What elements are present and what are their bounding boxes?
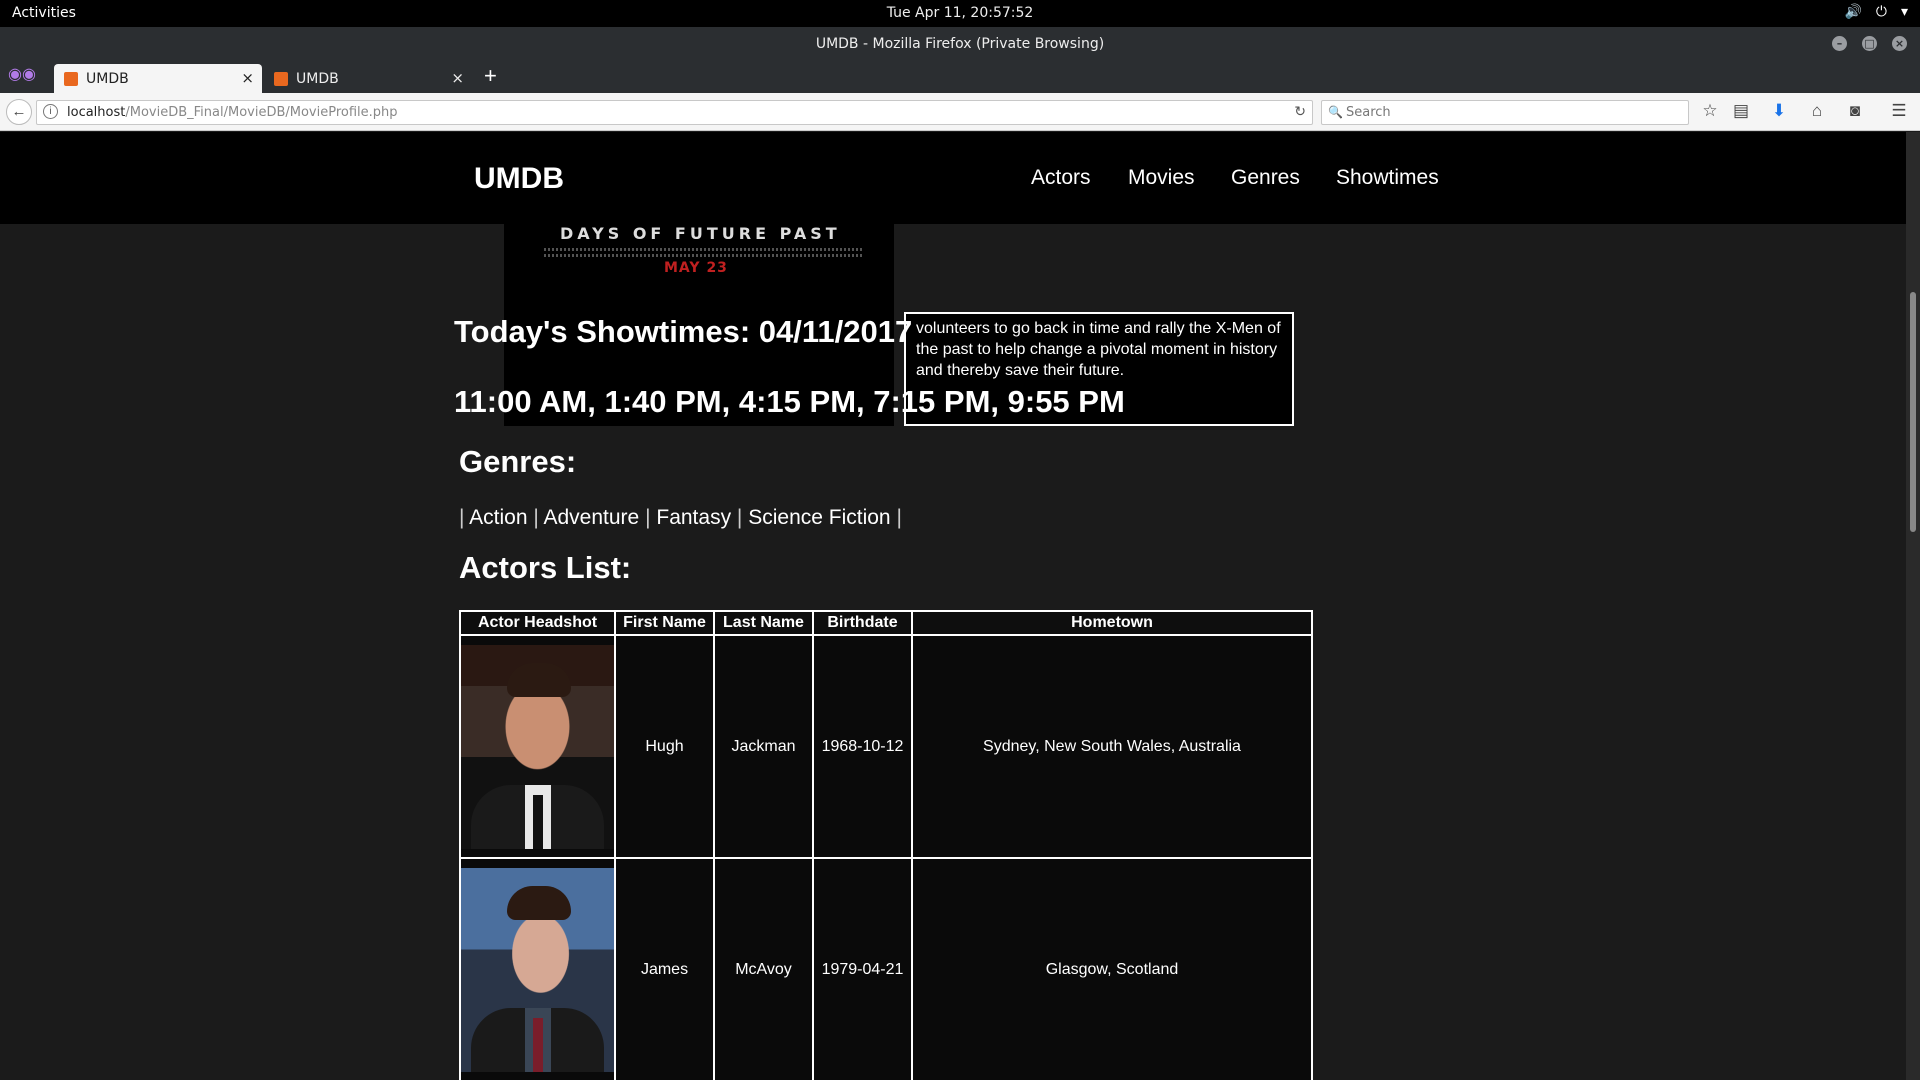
- genre-link-adventure[interactable]: Adventure: [544, 506, 640, 529]
- window-title: UMDB - Mozilla Firefox (Private Browsing…: [815, 36, 1105, 52]
- tab-close-icon[interactable]: ×: [241, 69, 254, 87]
- column-header-headshot: Actor Headshot: [461, 612, 614, 634]
- column-header-last-name: Last Name: [715, 612, 812, 634]
- url-text[interactable]: localhost/MovieDB_Final/MovieDB/MoviePro…: [67, 105, 398, 120]
- system-top-bar: Activities Tue Apr 11, 20:57:52 🔊 ⏻ ▾: [0, 0, 1920, 27]
- system-tray[interactable]: 🔊 ⏻ ▾: [1844, 4, 1908, 20]
- genres-list: | Action | Adventure | Fantasy | Science…: [459, 506, 902, 530]
- tab-close-icon[interactable]: ×: [451, 69, 464, 87]
- url-host: localhost: [67, 105, 126, 120]
- search-icon: 🔍: [1328, 105, 1343, 119]
- actor-birthdate: 1968-10-12: [814, 636, 911, 857]
- genre-link-action[interactable]: Action: [469, 506, 527, 529]
- genre-link-science-fiction[interactable]: Science Fiction: [748, 506, 890, 529]
- genre-separator: |: [533, 506, 544, 529]
- url-path: /MovieDB_Final/MovieDB/MovieProfile.php: [125, 105, 398, 120]
- nav-link-actors[interactable]: Actors: [1031, 166, 1091, 190]
- actor-birthdate: 1979-04-21: [814, 859, 911, 1080]
- genre-separator: |: [645, 506, 657, 529]
- system-clock[interactable]: Tue Apr 11, 20:57:52: [0, 5, 1920, 21]
- maximize-button[interactable]: □: [1862, 36, 1877, 51]
- volume-icon[interactable]: 🔊: [1844, 4, 1861, 20]
- url-bar[interactable]: i localhost/MovieDB_Final/MovieDB/MovieP…: [36, 100, 1313, 125]
- reading-list-icon[interactable]: ▤: [1730, 101, 1752, 121]
- tab-umdb-active[interactable]: UMDB ×: [54, 64, 262, 93]
- table-row[interactable]: Hugh Jackman 1968-10-12 Sydney, New Sout…: [461, 636, 1311, 857]
- headshot-tie: [533, 1017, 543, 1072]
- navigation-toolbar: ← i localhost/MovieDB_Final/MovieDB/Movi…: [0, 93, 1920, 131]
- search-placeholder: Search: [1346, 105, 1391, 120]
- poster-credits: [544, 248, 864, 251]
- column-header-first-name: First Name: [616, 612, 713, 634]
- showtimes-heading: Today's Showtimes: 04/11/2017: [454, 314, 913, 349]
- actor-last-name: Jackman: [715, 636, 812, 857]
- site-info-icon[interactable]: i: [43, 104, 58, 119]
- synopsis-line: and thereby save their future.: [916, 362, 1125, 379]
- genre-separator: |: [459, 506, 470, 529]
- poster-release-date: MAY 23: [664, 260, 728, 276]
- showtimes-list: 11:00 AM, 1:40 PM, 4:15 PM, 7:15 PM, 9:5…: [454, 384, 1125, 419]
- synopsis-line: volunteers to go back in time and rally …: [916, 320, 1281, 337]
- menu-hamburger-icon[interactable]: ☰: [1888, 101, 1910, 121]
- minimize-button[interactable]: –: [1832, 36, 1847, 51]
- actors-table: Actor Headshot First Name Last Name Birt…: [459, 610, 1313, 1080]
- actor-first-name: Hugh: [616, 636, 713, 857]
- chevron-down-icon[interactable]: ▾: [1901, 4, 1908, 20]
- actors-heading: Actors List:: [459, 550, 632, 585]
- site-header: UMDB Actors Movies Genres Showtimes: [0, 132, 1906, 224]
- download-icon[interactable]: ⬇: [1768, 101, 1790, 121]
- tab-umdb-inactive[interactable]: UMDB ×: [264, 64, 472, 93]
- scrollbar-thumb[interactable]: [1910, 292, 1916, 532]
- pocket-icon[interactable]: ◙: [1844, 101, 1866, 121]
- genres-heading: Genres:: [459, 444, 577, 479]
- power-icon[interactable]: ⏻: [1876, 4, 1887, 20]
- actor-headshot-cell: [461, 636, 614, 857]
- tab-strip: ◉◉ UMDB × UMDB ×: [0, 60, 1920, 93]
- site-brand[interactable]: UMDB: [474, 162, 564, 196]
- new-tab-button[interactable]: +: [484, 64, 497, 88]
- genre-separator: |: [896, 506, 902, 529]
- search-input[interactable]: 🔍 Search: [1321, 100, 1689, 125]
- synopsis-line: the past to help change a pivotal moment…: [916, 341, 1278, 358]
- nav-link-movies[interactable]: Movies: [1128, 166, 1195, 190]
- genre-separator: |: [736, 506, 749, 529]
- close-window-button[interactable]: ×: [1892, 36, 1907, 51]
- actor-last-name: McAvoy: [715, 859, 812, 1080]
- tab-label: UMDB: [296, 71, 339, 87]
- poster-title: DAYS OF FUTURE PAST: [560, 224, 841, 243]
- headshot-tie: [533, 794, 543, 849]
- page-content: DAYS OF FUTURE PAST MAY 23 volunteers to…: [0, 132, 1906, 1080]
- favicon-icon: [64, 72, 78, 86]
- page-scrollbar[interactable]: [1906, 132, 1920, 1080]
- actor-first-name: James: [616, 859, 713, 1080]
- window-title-bar: UMDB - Mozilla Firefox (Private Browsing…: [0, 27, 1920, 60]
- column-header-hometown: Hometown: [913, 612, 1311, 634]
- bookmark-star-icon[interactable]: ☆: [1699, 101, 1721, 121]
- home-icon[interactable]: ⌂: [1806, 101, 1828, 121]
- actor-headshot-image[interactable]: [461, 867, 614, 1072]
- table-row[interactable]: James McAvoy 1979-04-21 Glasgow, Scotlan…: [461, 859, 1311, 1080]
- poster-credits: [544, 254, 864, 257]
- nav-link-genres[interactable]: Genres: [1231, 166, 1300, 190]
- table-header-row: Actor Headshot First Name Last Name Birt…: [461, 612, 1311, 634]
- actor-hometown: Glasgow, Scotland: [913, 859, 1311, 1080]
- genre-link-fantasy[interactable]: Fantasy: [656, 506, 731, 529]
- actor-hometown: Sydney, New South Wales, Australia: [913, 636, 1311, 857]
- column-header-birthdate: Birthdate: [814, 612, 911, 634]
- tab-label: UMDB: [86, 71, 129, 87]
- reload-icon[interactable]: ↻: [1294, 103, 1306, 120]
- actor-headshot-image[interactable]: [461, 644, 614, 849]
- private-browsing-mask-icon: ◉◉: [8, 66, 36, 83]
- headshot-hair: [507, 885, 571, 920]
- back-button[interactable]: ←: [6, 99, 32, 125]
- headshot-hair: [507, 662, 571, 697]
- nav-link-showtimes[interactable]: Showtimes: [1336, 166, 1439, 190]
- favicon-icon: [274, 72, 288, 86]
- actor-headshot-cell: [461, 859, 614, 1080]
